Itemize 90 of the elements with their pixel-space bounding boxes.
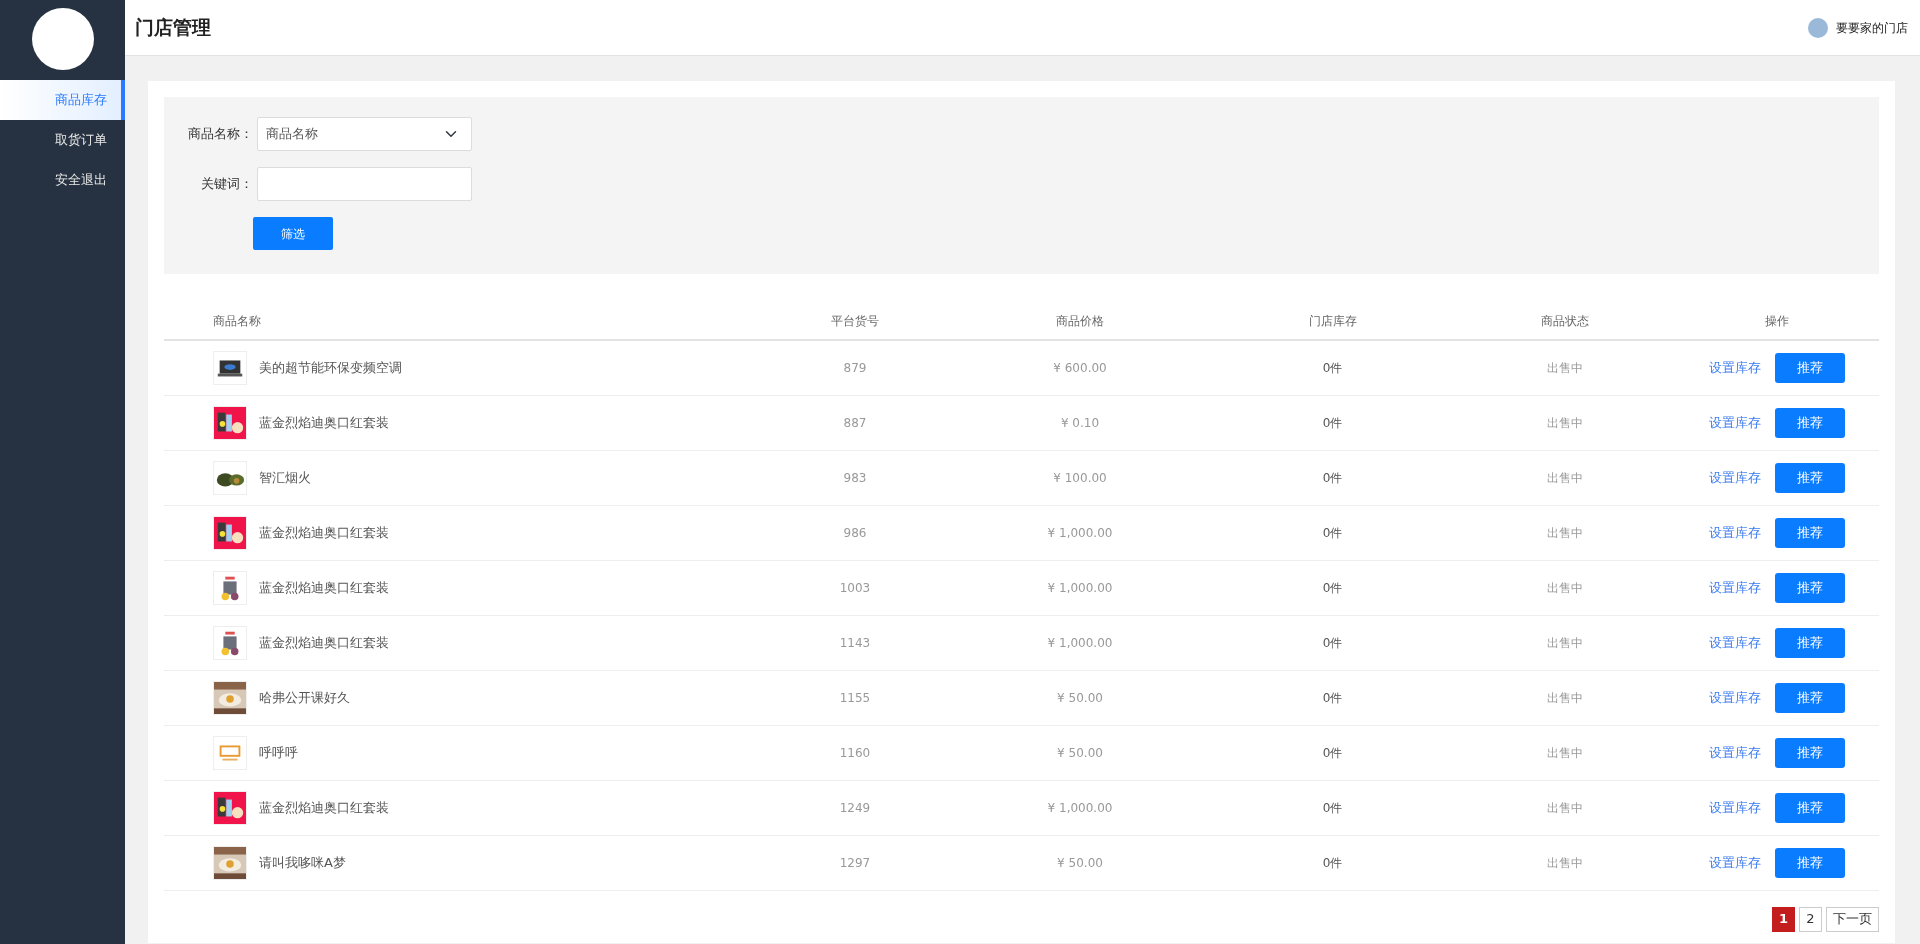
status-cell: 出售中 bbox=[1455, 725, 1675, 780]
table-cell: 0件 bbox=[1210, 615, 1455, 670]
set-stock-link[interactable]: 设置库存 bbox=[1709, 522, 1761, 543]
keyword-field[interactable] bbox=[257, 167, 472, 201]
product-name: 蓝金烈焰迪奥口红套装 bbox=[259, 798, 389, 817]
filter-button[interactable]: 筛选 bbox=[253, 217, 333, 250]
column-header: 商品价格 bbox=[950, 290, 1210, 340]
table-cell: 1160 bbox=[760, 725, 950, 780]
product-name: 哈弗公开课好久 bbox=[259, 688, 350, 707]
set-stock-link[interactable]: 设置库存 bbox=[1709, 797, 1761, 818]
product-name-select[interactable]: 商品名称 bbox=[257, 117, 472, 151]
set-stock-link[interactable]: 设置库存 bbox=[1709, 467, 1761, 488]
price-cell: ¥ 1,000.00 bbox=[950, 615, 1210, 670]
set-stock-link[interactable]: 设置库存 bbox=[1709, 632, 1761, 653]
product-name: 蓝金烈焰迪奥口红套装 bbox=[259, 523, 389, 542]
field-label: 商品名称： bbox=[187, 125, 253, 144]
status-cell: 出售中 bbox=[1455, 560, 1675, 615]
recommend-button[interactable]: 推荐 bbox=[1775, 682, 1845, 713]
recommend-button[interactable]: 推荐 bbox=[1775, 792, 1845, 823]
set-stock-link[interactable]: 设置库存 bbox=[1709, 687, 1761, 708]
status-cell: 出售中 bbox=[1455, 615, 1675, 670]
table-cell: 1143 bbox=[760, 615, 950, 670]
table-cell: 879 bbox=[760, 340, 950, 395]
price-cell: ¥ 1,000.00 bbox=[950, 505, 1210, 560]
table-cell: 0件 bbox=[1210, 450, 1455, 505]
price-cell: ¥ 0.10 bbox=[950, 395, 1210, 450]
price-cell: ¥ 50.00 bbox=[950, 835, 1210, 890]
status-cell: 出售中 bbox=[1455, 835, 1675, 890]
table-cell: 0件 bbox=[1210, 560, 1455, 615]
table-cell: 986 bbox=[760, 505, 950, 560]
set-stock-link[interactable]: 设置库存 bbox=[1709, 412, 1761, 433]
recommend-button[interactable]: 推荐 bbox=[1775, 627, 1845, 658]
product-name: 智汇烟火 bbox=[259, 468, 311, 487]
sidebar-item[interactable]: 取货订单 bbox=[0, 120, 125, 160]
column-header: 商品状态 bbox=[1455, 290, 1675, 340]
avatar-icon[interactable] bbox=[1808, 17, 1828, 38]
recommend-button[interactable]: 推荐 bbox=[1775, 462, 1845, 493]
table-cell: 1155 bbox=[760, 670, 950, 725]
next-page-button[interactable]: 下一页 bbox=[1826, 906, 1879, 932]
price-cell: ¥ 1,000.00 bbox=[950, 560, 1210, 615]
table-cell: 887 bbox=[760, 395, 950, 450]
column-header: 门店库存 bbox=[1210, 290, 1455, 340]
recommend-button[interactable]: 推荐 bbox=[1775, 847, 1845, 878]
table-cell: 983 bbox=[760, 450, 950, 505]
page-button[interactable]: 1 bbox=[1771, 906, 1795, 932]
recommend-button[interactable]: 推荐 bbox=[1775, 737, 1845, 768]
recommend-button[interactable]: 推荐 bbox=[1775, 352, 1845, 383]
table-cell: 0件 bbox=[1210, 340, 1455, 395]
status-cell: 出售中 bbox=[1455, 780, 1675, 835]
recommend-button[interactable]: 推荐 bbox=[1775, 407, 1845, 438]
column-header: 商品名称 bbox=[164, 290, 760, 340]
table-cell: 0件 bbox=[1210, 725, 1455, 780]
table-cell: 1003 bbox=[760, 560, 950, 615]
sidebar-item[interactable]: 商品库存 bbox=[0, 80, 125, 120]
status-cell: 出售中 bbox=[1455, 450, 1675, 505]
table-cell: 1249 bbox=[760, 780, 950, 835]
set-stock-link[interactable]: 设置库存 bbox=[1709, 742, 1761, 763]
table-cell: 0件 bbox=[1210, 670, 1455, 725]
table-cell: 0件 bbox=[1210, 780, 1455, 835]
price-cell: ¥ 100.00 bbox=[950, 450, 1210, 505]
price-cell: ¥ 50.00 bbox=[950, 725, 1210, 780]
status-cell: 出售中 bbox=[1455, 340, 1675, 395]
price-cell: ¥ 600.00 bbox=[950, 340, 1210, 395]
status-cell: 出售中 bbox=[1455, 670, 1675, 725]
column-header: 平台货号 bbox=[760, 290, 950, 340]
page-title: 门店管理 bbox=[135, 15, 211, 41]
set-stock-link[interactable]: 设置库存 bbox=[1709, 852, 1761, 873]
sidebar-item[interactable]: 安全退出 bbox=[0, 160, 125, 200]
set-stock-link[interactable]: 设置库存 bbox=[1709, 577, 1761, 598]
table-cell: 0件 bbox=[1210, 505, 1455, 560]
field-label: 关键词： bbox=[200, 175, 253, 194]
price-cell: ¥ 50.00 bbox=[950, 670, 1210, 725]
set-stock-link[interactable]: 设置库存 bbox=[1709, 358, 1761, 378]
recommend-button[interactable]: 推荐 bbox=[1775, 572, 1845, 603]
table-cell: 0件 bbox=[1210, 835, 1455, 890]
product-name: 蓝金烈焰迪奥口红套装 bbox=[259, 578, 389, 597]
store-name: 要要家的门店 bbox=[1836, 19, 1908, 37]
product-name: 呼呼呼 bbox=[259, 743, 298, 762]
product-name: 美的超节能环保变频空调 bbox=[259, 359, 402, 377]
recommend-button[interactable]: 推荐 bbox=[1775, 517, 1845, 548]
product-name: 蓝金烈焰迪奥口红套装 bbox=[259, 633, 389, 652]
price-cell: ¥ 1,000.00 bbox=[950, 780, 1210, 835]
table-cell: 0件 bbox=[1210, 395, 1455, 450]
product-name: 请叫我哆咪A梦 bbox=[259, 853, 346, 872]
status-cell: 出售中 bbox=[1455, 505, 1675, 560]
page-button[interactable]: 2 bbox=[1799, 906, 1822, 932]
status-cell: 出售中 bbox=[1455, 395, 1675, 450]
product-name: 蓝金烈焰迪奥口红套装 bbox=[259, 413, 389, 432]
table-cell: 1297 bbox=[760, 835, 950, 890]
column-header: 操作 bbox=[1675, 290, 1879, 340]
